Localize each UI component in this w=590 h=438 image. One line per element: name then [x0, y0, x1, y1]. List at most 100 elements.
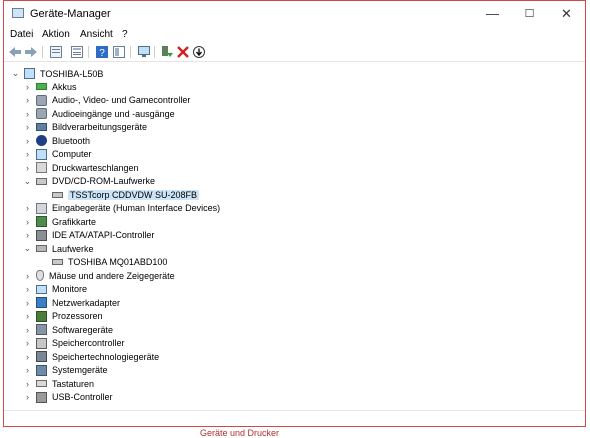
- properties-icon[interactable]: [49, 45, 62, 58]
- minimize-button[interactable]: —: [474, 1, 511, 27]
- tree-category[interactable]: › Monitore: [23, 283, 87, 296]
- expand-chevron-icon[interactable]: ›: [23, 392, 32, 402]
- toolbar: ?: [4, 43, 585, 62]
- background-window-text: Geräte und Drucker: [200, 428, 280, 438]
- tree-category[interactable]: › Bluetooth: [23, 134, 90, 147]
- expand-chevron-icon[interactable]: ›: [23, 95, 32, 105]
- tree-root[interactable]: ⌄ TOSHIBA-L50B: [11, 67, 103, 80]
- tree-category[interactable]: › Softwaregeräte: [23, 323, 113, 336]
- enable-icon[interactable]: [160, 45, 173, 58]
- expand-chevron-icon[interactable]: ›: [23, 149, 32, 159]
- collapse-chevron-icon[interactable]: ⌄: [23, 176, 32, 187]
- tree-category-label: Laufwerke: [52, 243, 94, 254]
- expand-chevron-icon[interactable]: ›: [23, 163, 32, 173]
- expand-chevron-icon[interactable]: ›: [23, 298, 32, 308]
- title-bar[interactable]: Geräte-Manager — ☐ ✕: [4, 1, 585, 27]
- dvd-drive-icon: [36, 177, 47, 185]
- delete-icon[interactable]: [176, 45, 189, 58]
- monitor-scan-icon[interactable]: [137, 45, 150, 58]
- expand-chevron-icon[interactable]: ›: [23, 109, 32, 119]
- list-icon[interactable]: [70, 45, 83, 58]
- tree-category[interactable]: › Audioeingänge und -ausgänge: [23, 107, 175, 120]
- tree-category-label: Akkus: [52, 81, 77, 92]
- expand-chevron-icon[interactable]: ›: [23, 271, 32, 281]
- tree-category-label: Mäuse und andere Zeigegeräte: [49, 270, 175, 281]
- tree-category[interactable]: › USB-Controller: [23, 391, 113, 404]
- tree-category[interactable]: › Grafikkarte: [23, 215, 96, 228]
- close-button[interactable]: ✕: [548, 1, 585, 27]
- expand-chevron-icon[interactable]: ›: [23, 82, 32, 92]
- forward-icon[interactable]: [24, 45, 37, 58]
- tree-category[interactable]: › Systemgeräte: [23, 364, 108, 377]
- maximize-button[interactable]: ☐: [511, 1, 548, 27]
- tree-category-label: Tastaturen: [52, 378, 95, 389]
- tree-category[interactable]: › Bildverarbeitungsgeräte: [23, 121, 147, 134]
- expand-chevron-icon[interactable]: ›: [23, 325, 32, 335]
- expand-chevron-icon[interactable]: ›: [23, 136, 32, 146]
- back-icon[interactable]: [8, 45, 21, 58]
- disk-drive-icon: [36, 245, 47, 252]
- expand-chevron-icon[interactable]: ›: [23, 311, 32, 321]
- tree-category-label: Softwaregeräte: [52, 324, 114, 335]
- storage-controller-icon: [36, 337, 47, 349]
- view-icon[interactable]: [112, 45, 125, 58]
- expand-chevron-icon[interactable]: ›: [23, 217, 32, 227]
- tree-category-label: USB-Controller: [52, 392, 113, 402]
- horizontal-scrollbar[interactable]: [4, 410, 585, 419]
- tree-root-label: TOSHIBA-L50B: [40, 68, 104, 79]
- camera-icon: [36, 123, 47, 131]
- expand-chevron-icon[interactable]: ›: [23, 230, 32, 240]
- tree-category[interactable]: › Speichercontroller: [23, 337, 125, 350]
- tree-category-label: Speichercontroller: [52, 338, 125, 348]
- tree-category-label: Druckwarteschlangen: [52, 162, 139, 173]
- expand-chevron-icon[interactable]: ›: [23, 379, 32, 389]
- tree-category[interactable]: ⌄ Laufwerke: [23, 242, 94, 255]
- tree-category[interactable]: › Druckwarteschlangen: [23, 161, 139, 174]
- drive-icon: [52, 259, 63, 265]
- menu-aktion[interactable]: Aktion: [42, 29, 70, 40]
- speaker-icon: [36, 94, 47, 106]
- expand-chevron-icon[interactable]: ›: [23, 284, 32, 294]
- toolbar-separator: [130, 46, 131, 58]
- expand-chevron-icon[interactable]: ›: [23, 122, 32, 132]
- toolbar-separator: [154, 46, 155, 58]
- tree-category[interactable]: › Eingabegeräte (Human Interface Devices): [23, 202, 220, 215]
- tree-category[interactable]: › Speichertechnologiegeräte: [23, 350, 159, 363]
- tree-category-label: Grafikkarte: [52, 216, 97, 227]
- tree-category[interactable]: › Mäuse und andere Zeigegeräte: [23, 269, 175, 282]
- collapse-chevron-icon[interactable]: ⌄: [11, 68, 20, 79]
- expand-chevron-icon[interactable]: ›: [23, 203, 32, 213]
- tree-category[interactable]: › Prozessoren: [23, 310, 103, 323]
- software-device-icon: [36, 324, 47, 335]
- tree-category[interactable]: › Netzwerkadapter: [23, 296, 120, 309]
- expand-chevron-icon[interactable]: ›: [23, 352, 32, 362]
- menu-bar: Datei Aktion Ansicht ?: [4, 27, 585, 43]
- collapse-chevron-icon[interactable]: ⌄: [23, 243, 32, 254]
- tree-device[interactable]: TSSTcorp CDDVDW SU-208FB: [52, 188, 200, 201]
- expand-chevron-icon[interactable]: ›: [23, 365, 32, 375]
- battery-icon: [36, 83, 47, 90]
- menu-help[interactable]: ?: [122, 29, 128, 40]
- tree-category[interactable]: ⌄ DVD/CD-ROM-Laufwerke: [23, 175, 155, 188]
- update-icon[interactable]: [192, 45, 205, 58]
- tree-category[interactable]: › Tastaturen: [23, 377, 94, 390]
- tree-device-label: TSSTcorp CDDVDW SU-208FB: [68, 189, 200, 200]
- help-icon[interactable]: ?: [95, 45, 108, 58]
- tree-category[interactable]: › Computer: [23, 148, 92, 161]
- tree-category-label: Bluetooth: [52, 135, 91, 146]
- network-adapter-icon: [36, 297, 47, 308]
- menu-ansicht[interactable]: Ansicht: [80, 29, 113, 40]
- tree-category[interactable]: › Audio-, Video- und Gamecontroller: [23, 94, 190, 107]
- device-tree[interactable]: ⌄ TOSHIBA-L50B › Akkus › Audio-, Video- und…: [4, 62, 585, 408]
- tree-category-label: Audioeingänge und -ausgänge: [52, 108, 175, 119]
- tree-category-label: Netzwerkadapter: [52, 297, 121, 308]
- tree-category[interactable]: › IDE ATA/ATAPI-Controller: [23, 229, 154, 242]
- computer-icon: [36, 148, 47, 160]
- tree-device[interactable]: TOSHIBA MQ01ABD100: [52, 256, 167, 269]
- menu-datei[interactable]: Datei: [10, 29, 33, 40]
- usb-icon: [36, 391, 47, 403]
- tree-category[interactable]: › Akkus: [23, 80, 77, 93]
- device-manager-icon: [12, 8, 24, 18]
- graphics-card-icon: [36, 216, 47, 227]
- expand-chevron-icon[interactable]: ›: [23, 338, 32, 348]
